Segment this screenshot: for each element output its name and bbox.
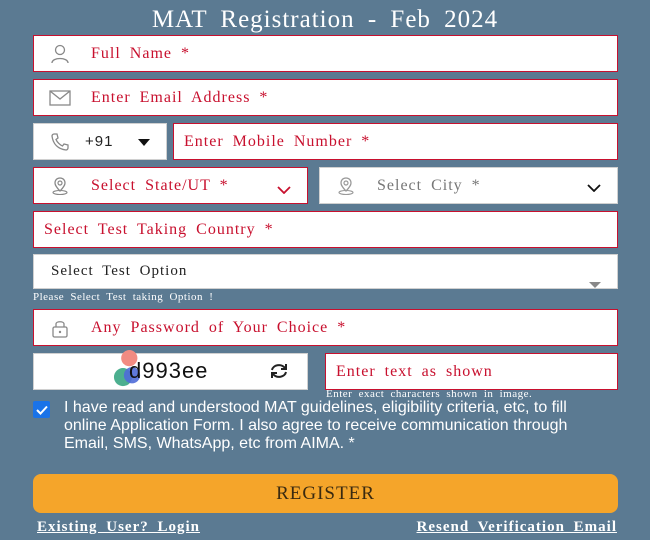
state-placeholder: Select State/UT *: [91, 176, 229, 194]
mail-icon: [49, 87, 71, 109]
captcha-input-placeholder: Enter text as shown: [336, 362, 493, 380]
full-name-placeholder: Full Name *: [91, 44, 190, 62]
chevron-down-icon: [138, 133, 150, 151]
register-button[interactable]: REGISTER: [33, 474, 618, 513]
chevron-down-icon: [587, 179, 601, 197]
resend-verification-link[interactable]: Resend Verification Email: [417, 519, 618, 536]
city-select[interactable]: Select City *: [319, 167, 618, 204]
country-code-value: +91: [85, 133, 114, 150]
chevron-down-icon: [277, 181, 291, 199]
phone-icon: [49, 131, 71, 153]
captcha-text: d993ee: [129, 358, 209, 383]
mobile-field[interactable]: Enter Mobile Number *: [173, 123, 618, 160]
chevron-down-icon: [589, 275, 601, 293]
location-icon: [49, 175, 71, 197]
test-option-hint: Please Select Test taking Option !: [33, 291, 214, 303]
email-placeholder: Enter Email Address *: [91, 88, 269, 106]
existing-user-login-link[interactable]: Existing User? Login: [37, 519, 200, 536]
password-placeholder: Any Password of Your Choice *: [91, 318, 347, 336]
page-title: MAT Registration - Feb 2024: [151, 6, 499, 33]
test-option-label: Select Test Option: [51, 263, 188, 279]
consent-checkbox[interactable]: [33, 401, 50, 418]
test-country-placeholder: Select Test Taking Country *: [44, 220, 274, 238]
location-icon: [335, 175, 357, 197]
state-select[interactable]: Select State/UT *: [33, 167, 308, 204]
check-icon: [35, 405, 48, 415]
test-country-select[interactable]: Select Test Taking Country *: [33, 211, 618, 248]
mobile-placeholder: Enter Mobile Number *: [184, 132, 371, 150]
full-name-field[interactable]: Full Name *: [33, 35, 618, 72]
lock-icon: [49, 317, 71, 339]
captcha-input[interactable]: Enter text as shown: [325, 353, 618, 390]
email-field[interactable]: Enter Email Address *: [33, 79, 618, 116]
captcha-image: d993ee: [33, 350, 308, 390]
refresh-icon[interactable]: [269, 362, 289, 385]
user-icon: [49, 43, 71, 65]
test-option-select[interactable]: Select Test Option: [33, 254, 618, 289]
city-placeholder: Select City *: [377, 176, 481, 194]
password-field[interactable]: Any Password of Your Choice *: [33, 309, 618, 346]
country-code-select[interactable]: +91: [33, 123, 167, 160]
consent-text: I have read and understood MAT guideline…: [64, 399, 568, 452]
consent-row: I have read and understood MAT guideline…: [33, 399, 613, 453]
